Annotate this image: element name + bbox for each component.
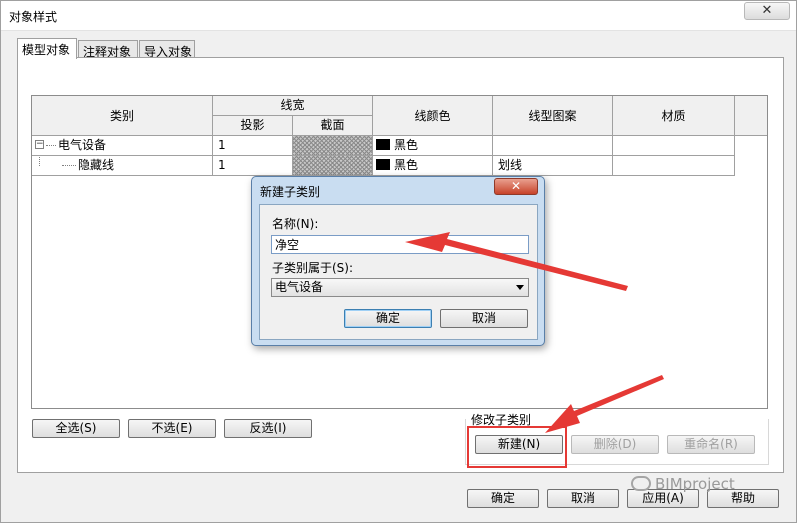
window-close-button[interactable]: ✕ xyxy=(744,2,790,20)
dialog-cancel-button[interactable]: 取消 xyxy=(440,309,528,328)
name-label: 名称(N): xyxy=(272,217,319,231)
parent-category-select[interactable]: 电气设备 xyxy=(271,278,529,297)
header-line-pattern[interactable]: 线型图案 xyxy=(493,96,613,136)
row-category-label: 电气设备 xyxy=(58,138,107,152)
color-swatch xyxy=(376,139,390,150)
header-material[interactable]: 材质 xyxy=(613,96,735,136)
row-color-cell[interactable]: 黑色 xyxy=(373,156,493,176)
row-cut-cell xyxy=(293,156,373,176)
table-row-subcategory[interactable]: 隐藏线 xyxy=(32,156,213,176)
header-cut[interactable]: 截面 xyxy=(293,116,373,136)
row-projection-cell[interactable]: 1 xyxy=(213,136,293,156)
title-bar: 对象样式 ✕ xyxy=(1,1,796,31)
header-line-width: 线宽 xyxy=(213,96,373,116)
header-projection[interactable]: 投影 xyxy=(213,116,293,136)
dialog-body: 名称(N): 子类别属于(S): 电气设备 确定 取消 xyxy=(259,204,538,340)
highlight-box xyxy=(467,426,567,468)
close-icon: ✕ xyxy=(761,3,773,18)
close-icon: ✕ xyxy=(510,179,522,193)
dialog-close-button[interactable]: ✕ xyxy=(494,178,538,195)
row-pattern-cell[interactable] xyxy=(493,136,613,156)
dialog-ok-button[interactable]: 确定 xyxy=(344,309,432,328)
tab-model-objects[interactable]: 模型对象 xyxy=(17,38,77,59)
row-color-label: 黑色 xyxy=(394,158,419,172)
header-category[interactable]: 类别 xyxy=(32,96,213,136)
header-spacer xyxy=(735,96,767,136)
collapse-icon[interactable]: − xyxy=(35,140,44,149)
name-input[interactable] xyxy=(271,235,529,254)
table-row-category[interactable]: − 电气设备 xyxy=(32,136,213,156)
cancel-button[interactable]: 取消 xyxy=(547,489,619,508)
parent-category-value: 电气设备 xyxy=(275,280,324,294)
watermark-text: BIMproject xyxy=(655,475,735,493)
chevron-down-icon xyxy=(516,285,524,290)
row-material-cell[interactable] xyxy=(613,156,735,176)
header-line-color[interactable]: 线颜色 xyxy=(373,96,493,136)
row-pattern-cell[interactable]: 划线 xyxy=(493,156,613,176)
tree-connector xyxy=(39,156,40,166)
tree-connector xyxy=(62,165,76,166)
new-subcategory-dialog: 新建子类别 ✕ 名称(N): 子类别属于(S): 电气设备 确定 取消 xyxy=(251,176,545,346)
row-cut-cell xyxy=(293,136,373,156)
row-material-cell[interactable] xyxy=(613,136,735,156)
color-swatch xyxy=(376,159,390,170)
dialog-title: 新建子类别 xyxy=(260,185,321,199)
row-color-cell[interactable]: 黑色 xyxy=(373,136,493,156)
tree-connector xyxy=(46,145,56,146)
watermark: BIMproject xyxy=(631,475,735,493)
row-projection-cell[interactable]: 1 xyxy=(213,156,293,176)
window-title: 对象样式 xyxy=(9,10,58,24)
invert-selection-button[interactable]: 反选(I) xyxy=(224,419,312,438)
row-category-label: 隐藏线 xyxy=(78,158,115,172)
rename-subcategory-button[interactable]: 重命名(R) xyxy=(667,435,755,454)
select-none-button[interactable]: 不选(E) xyxy=(128,419,216,438)
ok-button[interactable]: 确定 xyxy=(467,489,539,508)
select-all-button[interactable]: 全选(S) xyxy=(32,419,120,438)
wechat-icon xyxy=(631,476,651,491)
delete-subcategory-button[interactable]: 删除(D) xyxy=(571,435,659,454)
parent-category-label: 子类别属于(S): xyxy=(272,261,354,275)
row-color-label: 黑色 xyxy=(394,138,419,152)
